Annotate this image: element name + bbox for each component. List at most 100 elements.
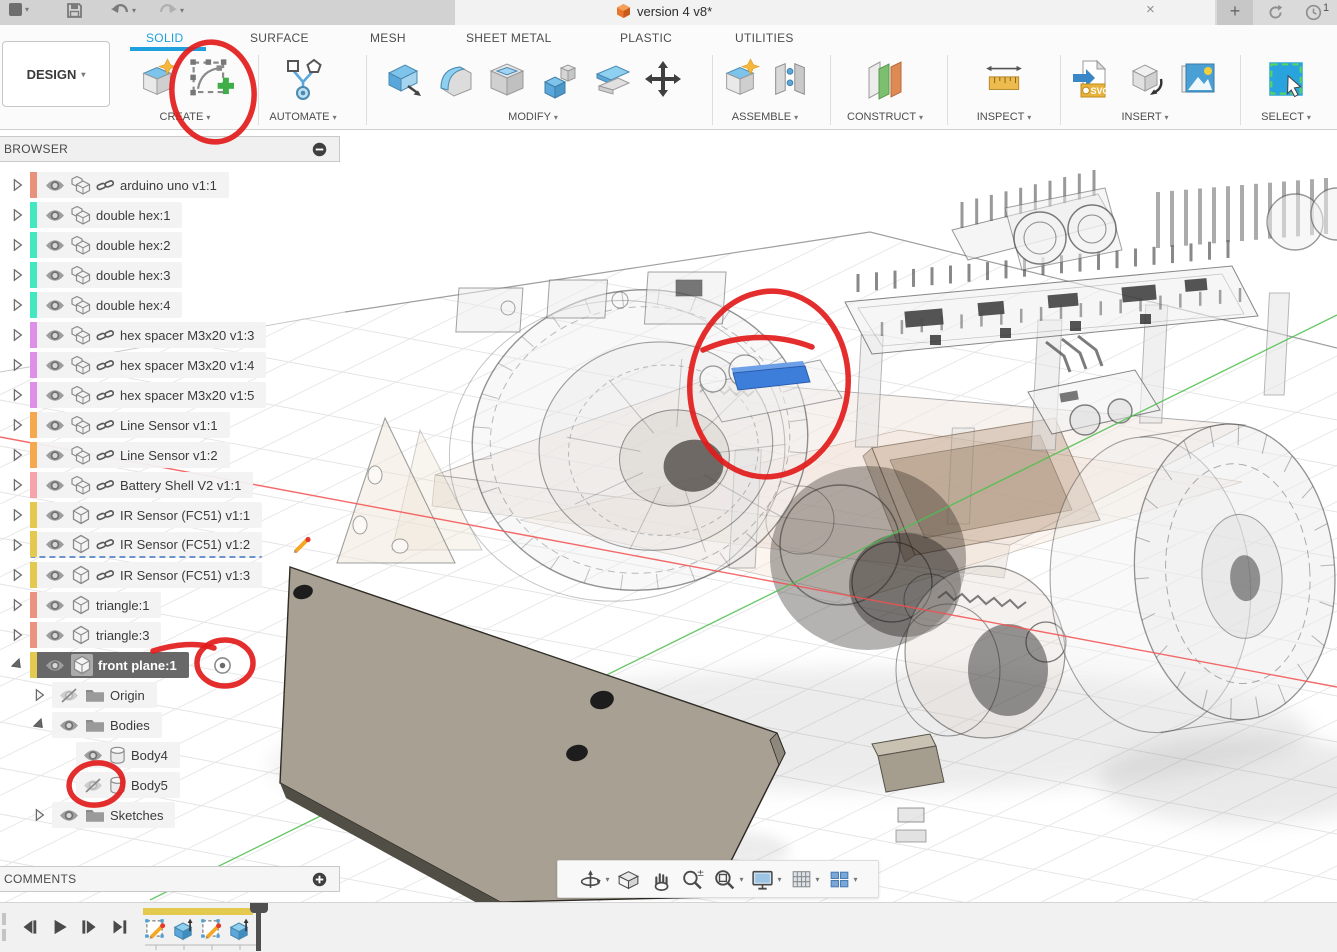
- browser-row[interactable]: hex spacer M3x20 v1:5: [0, 380, 340, 410]
- zoom-tool[interactable]: [680, 867, 705, 892]
- component-label[interactable]: triangle:3: [96, 628, 151, 643]
- component-label[interactable]: triangle:1: [96, 598, 151, 613]
- undo-button[interactable]: ▾: [110, 2, 136, 18]
- component-label[interactable]: IR Sensor (FC51) v1:2: [120, 537, 252, 552]
- fillet-tool[interactable]: [433, 57, 477, 101]
- eye-icon[interactable]: [44, 537, 66, 552]
- expand-icon[interactable]: [10, 267, 24, 283]
- component-label[interactable]: hex spacer M3x20 v1:3: [120, 328, 256, 343]
- browser-row-bodies[interactable]: Bodies: [0, 710, 340, 740]
- expand-icon[interactable]: [10, 507, 24, 523]
- tab-mesh[interactable]: MESH: [370, 31, 406, 45]
- eye-icon[interactable]: [44, 298, 66, 313]
- eye-icon[interactable]: [44, 628, 66, 643]
- insert-svg-tool[interactable]: SVG: [1071, 57, 1115, 101]
- expand-icon[interactable]: [10, 357, 24, 373]
- component-label[interactable]: double hex:3: [96, 268, 172, 283]
- component-color-swatch[interactable]: [30, 592, 37, 618]
- folder-label[interactable]: Sketches: [110, 808, 165, 823]
- timeline-feature-extrude[interactable]: [227, 917, 251, 941]
- browser-row-editing[interactable]: IR Sensor (FC51) v1:2: [0, 530, 340, 560]
- look-at-tool[interactable]: [616, 867, 641, 892]
- refresh-icon[interactable]: [1267, 4, 1284, 21]
- comments-panel-header[interactable]: COMMENTS: [0, 866, 340, 892]
- select-tool[interactable]: [1263, 56, 1309, 102]
- insert-menu-label[interactable]: INSERT ▾: [1066, 111, 1224, 123]
- timeline-scroll-handle[interactable]: [2, 929, 6, 941]
- browser-row[interactable]: hex spacer M3x20 v1:4: [0, 350, 340, 380]
- eye-icon[interactable]: [44, 268, 66, 283]
- add-comment-icon[interactable]: [312, 872, 327, 887]
- browser-row[interactable]: double hex:3: [0, 260, 340, 290]
- expand-icon-open[interactable]: [32, 717, 46, 733]
- pan-tool[interactable]: [648, 867, 673, 892]
- browser-row-selected[interactable]: front plane:1: [0, 650, 340, 680]
- modify-menu-label[interactable]: MODIFY ▾: [372, 111, 694, 123]
- expand-icon[interactable]: [10, 477, 24, 493]
- expand-icon[interactable]: [10, 417, 24, 433]
- assemble-new-component-tool[interactable]: [719, 58, 761, 100]
- component-label[interactable]: Battery Shell V2 v1:1: [120, 478, 243, 493]
- move-copy-tool[interactable]: [641, 57, 685, 101]
- insert-mesh-tool[interactable]: [1123, 57, 1167, 101]
- component-label[interactable]: front plane:1: [98, 658, 179, 673]
- expand-icon[interactable]: [10, 177, 24, 193]
- component-color-swatch[interactable]: [30, 382, 37, 408]
- component-label[interactable]: double hex:2: [96, 238, 172, 253]
- eye-off-icon[interactable]: [58, 688, 80, 703]
- component-color-swatch[interactable]: [30, 562, 37, 588]
- expand-icon[interactable]: [10, 567, 24, 583]
- eye-icon[interactable]: [44, 598, 66, 613]
- expand-icon[interactable]: [10, 207, 24, 223]
- eye-icon[interactable]: [44, 658, 66, 673]
- browser-row[interactable]: Line Sensor v1:1: [0, 410, 340, 440]
- assemble-menu-label[interactable]: ASSEMBLE ▾: [714, 111, 816, 123]
- component-color-swatch[interactable]: [30, 172, 37, 198]
- expand-icon[interactable]: [10, 327, 24, 343]
- component-color-swatch[interactable]: [30, 322, 37, 348]
- browser-row[interactable]: IR Sensor (FC51) v1:1: [0, 500, 340, 530]
- eye-icon[interactable]: [44, 478, 66, 493]
- viewports-tool[interactable]: ▾: [827, 867, 858, 892]
- browser-row[interactable]: hex spacer M3x20 v1:3: [0, 320, 340, 350]
- timeline-feature-extrude[interactable]: [171, 917, 195, 941]
- component-color-swatch[interactable]: [30, 352, 37, 378]
- eye-icon[interactable]: [44, 448, 66, 463]
- skip-to-end-button[interactable]: [108, 916, 130, 938]
- inspect-menu-label[interactable]: INSPECT ▾: [960, 111, 1048, 123]
- tab-plastic[interactable]: PLASTIC: [620, 31, 672, 45]
- body-label[interactable]: Body4: [131, 748, 170, 763]
- expand-icon[interactable]: [32, 687, 46, 703]
- eye-icon[interactable]: [44, 508, 66, 523]
- browser-panel-header[interactable]: BROWSER: [0, 136, 340, 162]
- expand-icon[interactable]: [10, 237, 24, 253]
- component-label[interactable]: Line Sensor v1:1: [120, 418, 220, 433]
- eye-icon[interactable]: [82, 748, 104, 763]
- browser-row[interactable]: arduino uno v1:1: [0, 170, 340, 200]
- tab-utilities[interactable]: UTILITIES: [735, 31, 794, 45]
- expand-icon[interactable]: [10, 537, 24, 553]
- browser-row[interactable]: triangle:3: [0, 620, 340, 650]
- notifications-clock-icon[interactable]: [1305, 4, 1322, 21]
- component-label[interactable]: IR Sensor (FC51) v1:1: [120, 508, 252, 523]
- eye-icon[interactable]: [44, 328, 66, 343]
- save-button[interactable]: [66, 2, 83, 19]
- create-menu-label[interactable]: CREATE ▾: [118, 111, 252, 123]
- automate-menu-label[interactable]: AUTOMATE ▾: [262, 111, 344, 123]
- component-color-swatch[interactable]: [30, 531, 37, 557]
- collapse-panel-icon[interactable]: [312, 142, 327, 157]
- shell-tool[interactable]: [485, 57, 529, 101]
- expand-icon[interactable]: [10, 627, 24, 643]
- redo-button[interactable]: ▾: [158, 2, 184, 18]
- construct-menu-label[interactable]: CONSTRUCT ▾: [840, 111, 930, 123]
- eye-icon[interactable]: [44, 388, 66, 403]
- component-color-swatch[interactable]: [30, 502, 37, 528]
- canvas-tool[interactable]: [1175, 57, 1219, 101]
- browser-row[interactable]: double hex:2: [0, 230, 340, 260]
- component-label[interactable]: Line Sensor v1:2: [120, 448, 220, 463]
- new-tab-button[interactable]: +: [1217, 0, 1253, 25]
- expand-icon[interactable]: [10, 597, 24, 613]
- eye-icon[interactable]: [44, 178, 66, 193]
- close-tab-icon[interactable]: ×: [1146, 1, 1155, 18]
- automate-tool[interactable]: [281, 57, 325, 101]
